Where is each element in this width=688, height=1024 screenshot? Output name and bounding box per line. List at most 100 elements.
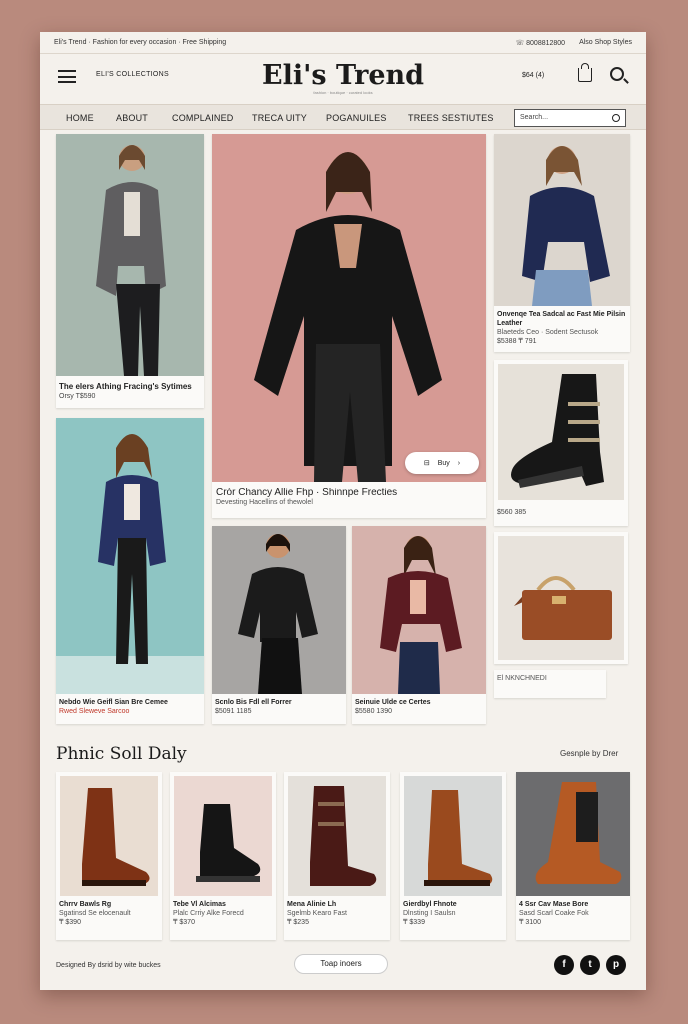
twitter-icon[interactable]: t [580, 955, 600, 975]
product-price: $5091 1185 [215, 708, 252, 715]
boot-photo [82, 788, 150, 886]
nav-item-complained[interactable]: COMPLAINED [172, 113, 234, 123]
product-card-burgundy-look[interactable]: Seinuie Ulde ce Certes $5580 1390 [352, 526, 486, 724]
product-title[interactable]: Scnlo Bis Fdl ell Forrer [215, 698, 343, 707]
model-photo [380, 536, 462, 694]
topbar-text: Eli's Trend · Fashion for every occasion… [54, 39, 227, 46]
product-card-black-look[interactable]: Scnlo Bis Fdl ell Forrer $5091 1185 [212, 526, 346, 724]
search-icon[interactable] [610, 67, 624, 81]
boot-card[interactable]: Gierdbyl Fhnote Dlnsting I Saulsn ₸ $339 [400, 772, 506, 940]
product-subtitle: Rwed Sleweve Sarcoo [59, 708, 130, 715]
model-photo [56, 434, 204, 694]
product-photo[interactable] [516, 772, 630, 896]
boot-photo [424, 790, 493, 886]
boot-photo [310, 786, 377, 886]
section-link[interactable]: Gesnple by Drer [560, 749, 618, 758]
product-title[interactable]: The elers Athing Fracing's Sytimes [59, 382, 201, 392]
product-photo[interactable] [56, 134, 204, 376]
product-card-gray-blazer[interactable]: The elers Athing Fracing's Sytimes Orsy … [56, 134, 204, 408]
nav-item-poganuiles[interactable]: POGANUILES [326, 113, 387, 123]
phone-number[interactable]: ☏ 8008812800 [515, 39, 565, 47]
nav-item-trees-sestiutes[interactable]: TREES SESTIUTES [408, 113, 494, 123]
chevron-right-icon: › [457, 459, 461, 467]
product-price: $5580 1390 [355, 708, 392, 715]
hero-model-photo [212, 134, 486, 482]
nav-item-about[interactable]: ABOUT [116, 113, 148, 123]
hero-product-card[interactable]: ⊟ Buy › Crór Chancy Allie Fhp · Shinnpe … [212, 134, 486, 518]
pinterest-icon[interactable]: p [606, 955, 626, 975]
hero-subtitle: Devesting Hacellins of thewolel [216, 499, 313, 506]
main-navigation: HOME ABOUT COMPLAINED TRECA UITY POGANUI… [40, 104, 646, 130]
boot-title[interactable]: Chrrv Bawls Rg [59, 900, 159, 909]
back-to-top-button[interactable]: Toap inoers [294, 954, 388, 974]
boot-price: ₸ $339 [403, 919, 425, 926]
product-price: $5388 ₸ 791 [497, 338, 537, 345]
product-price: Orsy T$590 [59, 393, 96, 400]
site-logo[interactable]: Eli's Trend [40, 60, 646, 91]
boot-card[interactable]: 4 Ssr Cav Mase Bore Sasd Scarl Coake Fok… [516, 772, 630, 940]
boot-photo [511, 374, 604, 488]
product-subtitle: Blaeteds Ceo · Sodent Sectusok [497, 329, 599, 336]
boot-photo [535, 782, 622, 884]
product-card-handbag[interactable] [494, 532, 628, 664]
boot-title[interactable]: Gierdbyl Fhnote [403, 900, 503, 909]
logo-tagline: fashion · boutique · curated looks [313, 90, 373, 95]
site-header: ELI'S COLLECTIONS Eli's Trend fashion · … [40, 54, 646, 102]
product-photo[interactable] [56, 418, 204, 694]
boot-photo [196, 804, 261, 882]
boot-subtitle: Sgatinsd Se elocenault [59, 910, 131, 917]
product-photo[interactable] [212, 526, 346, 694]
boot-title[interactable]: Tebe Vl Alcimas [173, 900, 273, 909]
nav-item-treca-uity[interactable]: TRECA UITY [252, 113, 307, 123]
model-photo [522, 146, 610, 306]
boot-title[interactable]: Mena Alinie Lh [287, 900, 387, 909]
product-photo[interactable] [498, 536, 624, 660]
model-photo [238, 534, 318, 694]
boot-card[interactable]: Mena Alinie Lh Sgelmb Kearo Fast ₸ $235 [284, 772, 390, 940]
add-to-cart-badge[interactable]: ⊟ Buy › [405, 452, 479, 474]
product-price: $560 385 [497, 509, 527, 516]
shopping-bag-icon[interactable] [578, 63, 592, 82]
boot-subtitle: Dlnsting I Saulsn [403, 910, 456, 917]
product-card-navy-blazer[interactable]: Onvenqe Tea Sadcal ac Fast Mie Pilsin Le… [494, 134, 630, 352]
boot-price: ₸ 3100 [519, 919, 541, 926]
nav-item-home[interactable]: HOME [66, 113, 94, 123]
product-title[interactable]: Onvenqe Tea Sadcal ac Fast Mie Pilsin Le… [497, 310, 627, 328]
product-card-teal-look[interactable]: Nebdo Wie Geifl Sian Bre Cemee Rwed Slew… [56, 418, 204, 724]
search-placeholder: Search... [520, 114, 549, 121]
product-card-combat-boot[interactable]: $560 385 [494, 360, 628, 526]
section-title: Phnic Soll Daly [56, 744, 187, 764]
search-input[interactable]: Search... [514, 109, 626, 127]
boot-subtitle: Plalc Crriy Alke Forecd [173, 910, 244, 917]
hero-photo[interactable] [212, 134, 486, 482]
handbag-label-card[interactable]: El NKNCHNEDI [494, 670, 606, 698]
footer-credit: Designed By dsrid by wite buckes [56, 962, 161, 969]
product-photo[interactable] [174, 776, 272, 896]
search-icon[interactable] [612, 114, 620, 122]
boot-price: ₸ $370 [173, 919, 195, 926]
boot-price: ₸ $390 [59, 919, 81, 926]
top-info-bar: Eli's Trend · Fashion for every occasion… [40, 32, 646, 54]
product-photo[interactable] [498, 364, 624, 500]
cart-total[interactable]: $64 (4) [522, 72, 544, 79]
product-title[interactable]: Seinuie Ulde ce Certes [355, 698, 483, 707]
boot-price: ₸ $235 [287, 919, 309, 926]
product-photo[interactable] [352, 526, 486, 694]
product-photo[interactable] [404, 776, 502, 896]
product-photo[interactable] [60, 776, 158, 896]
cart-icon: ⊟ [423, 460, 430, 467]
boot-subtitle: Sasd Scarl Coake Fok [519, 910, 589, 917]
boot-subtitle: Sgelmb Kearo Fast [287, 910, 347, 917]
boot-title[interactable]: 4 Ssr Cav Mase Bore [519, 900, 627, 909]
product-photo[interactable] [494, 134, 630, 306]
boot-card[interactable]: Chrrv Bawls Rg Sgatinsd Se elocenault ₸ … [56, 772, 162, 940]
web-page: Eli's Trend · Fashion for every occasion… [40, 32, 646, 990]
boot-card[interactable]: Tebe Vl Alcimas Plalc Crriy Alke Forecd … [170, 772, 276, 940]
hero-title[interactable]: Crór Chancy Allie Fhp · Shinnpe Frecties [216, 488, 483, 498]
facebook-icon[interactable]: f [554, 955, 574, 975]
product-title[interactable]: El NKNCHNEDI [497, 674, 603, 684]
badge-label: Buy [437, 459, 450, 467]
product-title[interactable]: Nebdo Wie Geifl Sian Bre Cemee [59, 698, 201, 707]
topbar-link[interactable]: Also Shop Styles [579, 39, 632, 47]
product-photo[interactable] [288, 776, 386, 896]
